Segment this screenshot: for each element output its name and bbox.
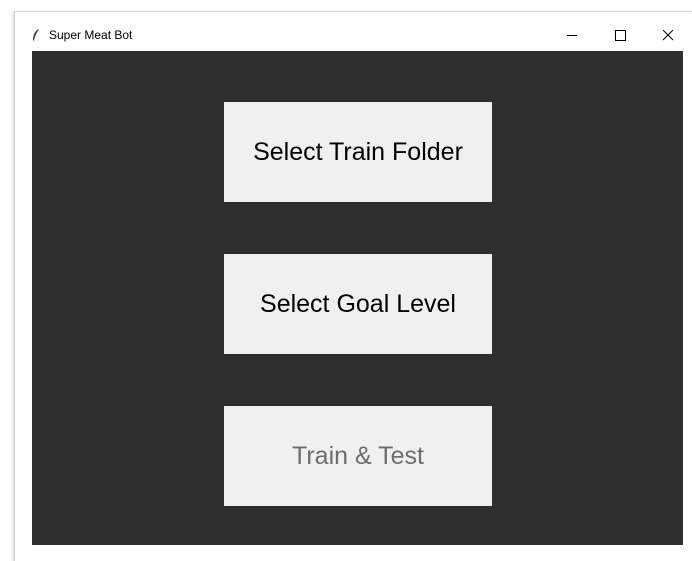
maximize-icon <box>615 30 626 41</box>
main-panel: Select Train Folder Select Goal Level Tr… <box>32 51 683 545</box>
window-title: Super Meat Bot <box>49 28 133 42</box>
minimize-button[interactable] <box>549 12 595 51</box>
train-and-test-button[interactable]: Train & Test <box>224 406 492 506</box>
maximize-button[interactable] <box>597 12 643 51</box>
title-bar[interactable]: Super Meat Bot <box>15 12 692 51</box>
close-icon <box>662 29 674 41</box>
app-window: Super Meat Bot Select Train Folder Selec… <box>14 11 692 561</box>
minimize-icon <box>567 35 577 36</box>
feather-icon <box>32 28 40 41</box>
select-goal-level-button[interactable]: Select Goal Level <box>224 254 492 354</box>
select-train-folder-button[interactable]: Select Train Folder <box>224 102 492 202</box>
close-button[interactable] <box>645 12 691 51</box>
